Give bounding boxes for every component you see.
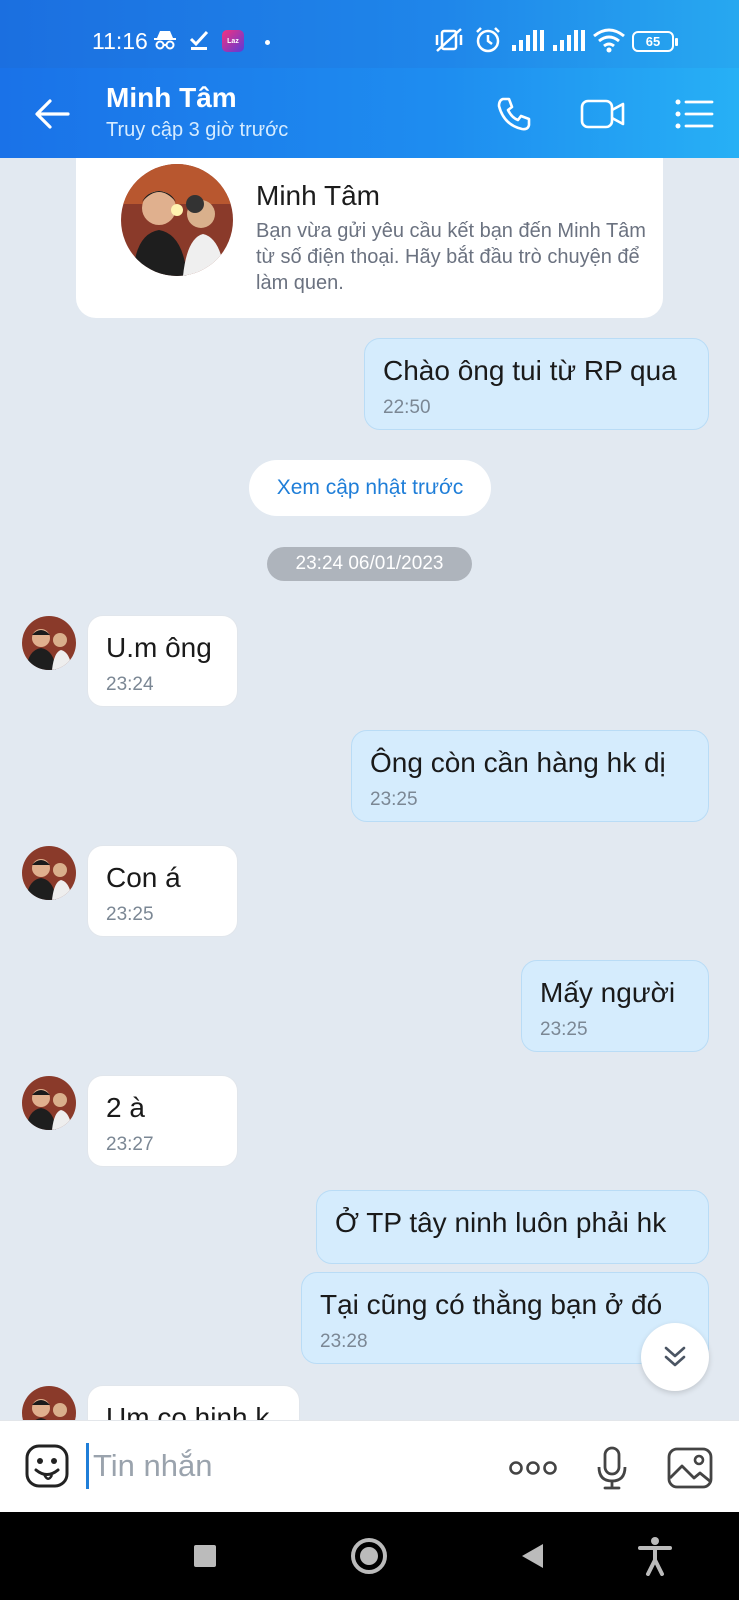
contact-last-seen: Truy cập 3 giờ trước <box>106 119 289 141</box>
contact-avatar[interactable] <box>22 1386 76 1420</box>
message-text: Um co hinh k <box>106 1402 270 1420</box>
chat-menu-button[interactable] <box>670 90 718 138</box>
video-camera-icon <box>580 99 625 129</box>
voice-call-button[interactable] <box>490 90 538 138</box>
message-time: 23:24 <box>106 674 154 695</box>
home-circle-icon <box>351 1538 387 1574</box>
task-check-icon <box>188 28 210 52</box>
video-call-button[interactable] <box>579 90 627 138</box>
vibrate-off-icon <box>433 28 465 52</box>
chat-header: Minh Tâm Truy cập 3 giờ trước <box>0 68 739 158</box>
avatar-photo-icon <box>22 1386 76 1420</box>
incognito-icon <box>152 28 178 52</box>
message-text: Ông còn cần hàng hk dị <box>370 747 666 778</box>
lazada-icon: Laz <box>222 30 244 52</box>
message-time: 23:25 <box>106 904 154 925</box>
avatar-photo-icon <box>121 164 233 276</box>
status-bar: 11:16 Laz 65 <box>0 0 739 68</box>
back-nav-button[interactable] <box>510 1534 554 1578</box>
contact-avatar[interactable] <box>22 846 76 900</box>
sticker-face-icon <box>25 1444 69 1488</box>
message-bubble-incoming[interactable]: Con á 23:25 <box>87 845 238 937</box>
message-bubble-outgoing[interactable]: Ở TP tây ninh luôn phải hk <box>316 1190 709 1264</box>
load-previous-button[interactable]: Xem cập nhật trước <box>249 460 491 516</box>
home-button[interactable] <box>347 1534 391 1578</box>
list-menu-icon <box>675 99 714 129</box>
alarm-icon <box>474 27 502 53</box>
message-bubble-incoming[interactable]: U.m ông 23:24 <box>87 615 238 707</box>
double-chevron-down-icon <box>664 1346 686 1367</box>
contact-name[interactable]: Minh Tâm <box>106 82 237 114</box>
notification-dot <box>265 40 270 45</box>
message-input-bar <box>0 1420 739 1512</box>
image-picker-button[interactable] <box>665 1443 715 1493</box>
avatar-photo-icon <box>22 616 76 670</box>
message-bubble-incoming[interactable]: 2 à 23:27 <box>87 1075 238 1167</box>
profile-card-description: Bạn vừa gửi yêu cầu kết bạn đến Minh Tâm… <box>256 220 646 294</box>
profile-card-name: Minh Tâm <box>256 180 380 211</box>
status-time: 11:16 <box>92 28 148 54</box>
message-bubble-outgoing[interactable]: Chào ông tui từ RP qua 22:50 <box>364 338 709 430</box>
message-text: U.m ông <box>106 632 212 663</box>
avatar-photo-icon <box>22 1076 76 1130</box>
accessibility-button[interactable] <box>633 1534 677 1578</box>
avatar-photo-icon <box>22 846 76 900</box>
accessibility-icon <box>638 1537 672 1576</box>
scroll-to-bottom-button[interactable] <box>641 1323 709 1391</box>
message-time: 23:28 <box>320 1331 368 1352</box>
profile-avatar[interactable] <box>121 164 233 276</box>
message-bubble-outgoing[interactable]: Mấy người 23:25 <box>521 960 709 1052</box>
phone-icon <box>497 97 531 131</box>
message-text: Ở TP tây ninh luôn phải hk <box>335 1207 667 1238</box>
message-text: 2 à <box>106 1092 145 1123</box>
message-input[interactable] <box>86 1443 466 1489</box>
voice-record-button[interactable] <box>587 1443 637 1493</box>
square-icon <box>194 1545 216 1567</box>
wifi-icon <box>592 28 626 53</box>
friend-request-card: Minh Tâm Bạn vừa gửi yêu cầu kết bạn đến… <box>76 158 663 318</box>
signal-2-icon <box>551 28 587 52</box>
signal-icon <box>510 28 546 52</box>
message-time: 23:27 <box>106 1134 154 1155</box>
more-options-button[interactable] <box>508 1443 558 1493</box>
contact-avatar[interactable] <box>22 1076 76 1130</box>
message-text: Mấy người <box>540 977 676 1008</box>
message-text: Con á <box>106 862 181 893</box>
microphone-icon <box>597 1446 627 1490</box>
message-time: 23:25 <box>370 789 418 810</box>
message-time: 23:25 <box>540 1019 588 1040</box>
message-bubble-outgoing[interactable]: Ông còn cần hàng hk dị 23:25 <box>351 730 709 822</box>
recents-button[interactable] <box>183 1534 227 1578</box>
message-time: 22:50 <box>383 397 431 418</box>
system-navigation-bar <box>0 1512 739 1600</box>
message-text: Tại cũng có thằng bạn ở đó <box>320 1289 663 1320</box>
battery-icon: 65 <box>632 31 678 52</box>
image-gallery-icon <box>667 1447 713 1489</box>
sticker-button[interactable] <box>24 1443 70 1489</box>
back-arrow-icon <box>35 99 70 129</box>
chat-message-list[interactable]: Minh Tâm Bạn vừa gửi yêu cầu kết bạn đến… <box>0 158 739 1420</box>
date-separator: 23:24 06/01/2023 <box>267 547 472 581</box>
back-triangle-icon <box>522 1544 543 1568</box>
more-dots-icon <box>509 1461 557 1475</box>
message-bubble-incoming[interactable]: Um co hinh k <box>87 1385 300 1420</box>
back-button[interactable] <box>30 92 74 136</box>
contact-avatar[interactable] <box>22 616 76 670</box>
message-text: Chào ông tui từ RP qua <box>383 355 677 386</box>
